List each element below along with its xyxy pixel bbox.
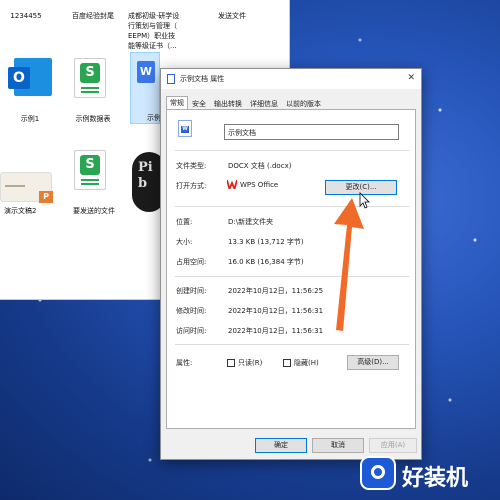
wps-spreadsheet-icon: S (74, 58, 106, 98)
file-item-example1[interactable]: O 示例1 (4, 58, 56, 124)
separator (175, 206, 409, 207)
file-label-baidu[interactable]: 百度经验封尾 (68, 11, 118, 21)
document-icon (167, 74, 175, 84)
attributes-label: 属性: (176, 359, 193, 367)
accessed-value: 2022年10月12日，11:56:31 (228, 327, 324, 335)
wps-document-icon: W (137, 61, 155, 83)
hidden-checkbox-label[interactable]: 隐藏(H) (294, 358, 319, 368)
file-label-send-spreadsheet: 要发送的文件 (73, 207, 115, 215)
advanced-button[interactable]: 高级(D)... (347, 355, 399, 370)
tab-details[interactable]: 详细信息 (246, 97, 282, 109)
properties-dialog: 示例文档 属性 ✕ 常规 安全 输出转换 详细信息 以前的版本 W 示例文档 文… (160, 68, 422, 460)
created-value: 2022年10月12日，11:56:25 (228, 287, 324, 295)
file-item-presentation[interactable]: P 演示文稿2 (0, 172, 56, 222)
size-label: 大小: (176, 238, 193, 246)
accessed-label: 访问时间: (176, 327, 207, 335)
outlook-icon: O (8, 58, 52, 96)
tab-security[interactable]: 安全 (188, 97, 210, 109)
file-label-certificate[interactable]: 成都初级·研学设 行策划与管理（ EEPM）职业技 能等级证书（... (128, 11, 186, 51)
change-button[interactable]: 更改(C)... (325, 180, 397, 195)
presentation-thumbnail-icon: P (0, 172, 53, 203)
wps-spreadsheet-icon-2: S (74, 150, 106, 190)
tab-strip: 常规 安全 输出转换 详细信息 以前的版本 (166, 96, 325, 110)
ok-button[interactable]: 确定 (255, 438, 307, 453)
open-with-value: WPS Office (240, 181, 279, 189)
separator (175, 344, 409, 345)
file-type-label: 文件类型: (176, 162, 207, 170)
modified-label: 修改时间: (176, 307, 207, 315)
readonly-checkbox[interactable] (227, 359, 235, 367)
dialog-title: 示例文档 属性 (180, 75, 225, 83)
file-item-example-spreadsheet[interactable]: S 示例数据表 (66, 58, 120, 124)
file-label-example-spreadsheet: 示例数据表 (75, 115, 111, 123)
watermark-text: 好装机 (402, 466, 469, 491)
wps-logo-icon (226, 179, 238, 192)
location-label: 位置: (176, 218, 193, 226)
docx-file-icon: W (178, 120, 192, 137)
modified-value: 2022年10月12日，11:56:31 (228, 307, 324, 315)
disk-size-label: 占用空间: (176, 258, 207, 266)
file-item-send-spreadsheet[interactable]: S 要发送的文件 (66, 150, 122, 220)
hidden-checkbox[interactable] (283, 359, 291, 367)
dialog-titlebar[interactable]: 示例文档 属性 ✕ (161, 69, 421, 89)
open-with-label: 打开方式: (176, 182, 207, 190)
filename-input[interactable]: 示例文档 (224, 124, 399, 140)
file-label-presentation: 演示文稿2 (4, 207, 37, 215)
size-value: 13.3 KB (13,712 字节) (228, 238, 304, 246)
file-label-send[interactable]: 发送文件 (210, 11, 254, 21)
cancel-button[interactable]: 取消 (312, 438, 364, 453)
watermark-badge-icon (360, 456, 396, 490)
tab-general[interactable]: 常规 (166, 96, 188, 110)
separator (175, 150, 409, 151)
location-value: D:\新建文件夹 (228, 218, 274, 226)
separator (175, 276, 409, 277)
file-label-example1: 示例1 (20, 115, 40, 123)
watermark-logo: 好装机 (360, 452, 494, 494)
file-type-value: DOCX 文档 (.docx) (228, 162, 292, 170)
general-tab-panel: W 示例文档 文件类型: DOCX 文档 (.docx) 打开方式: WPS O… (166, 109, 416, 429)
tab-output-conversion[interactable]: 输出转换 (210, 97, 246, 109)
apply-button[interactable]: 应用(A) (369, 438, 417, 453)
created-label: 创建时间: (176, 287, 207, 295)
readonly-checkbox-label[interactable]: 只读(R) (238, 358, 262, 368)
tab-previous-versions[interactable]: 以前的版本 (282, 97, 325, 109)
close-icon[interactable]: ✕ (407, 73, 415, 83)
disk-size-value: 16.0 KB (16,384 字节) (228, 258, 304, 266)
filename-text: 示例文档 (228, 129, 256, 137)
file-label-1234455[interactable]: 1234455 (6, 11, 46, 21)
file-item-example-doc-selected[interactable]: W 示例 (130, 52, 161, 124)
